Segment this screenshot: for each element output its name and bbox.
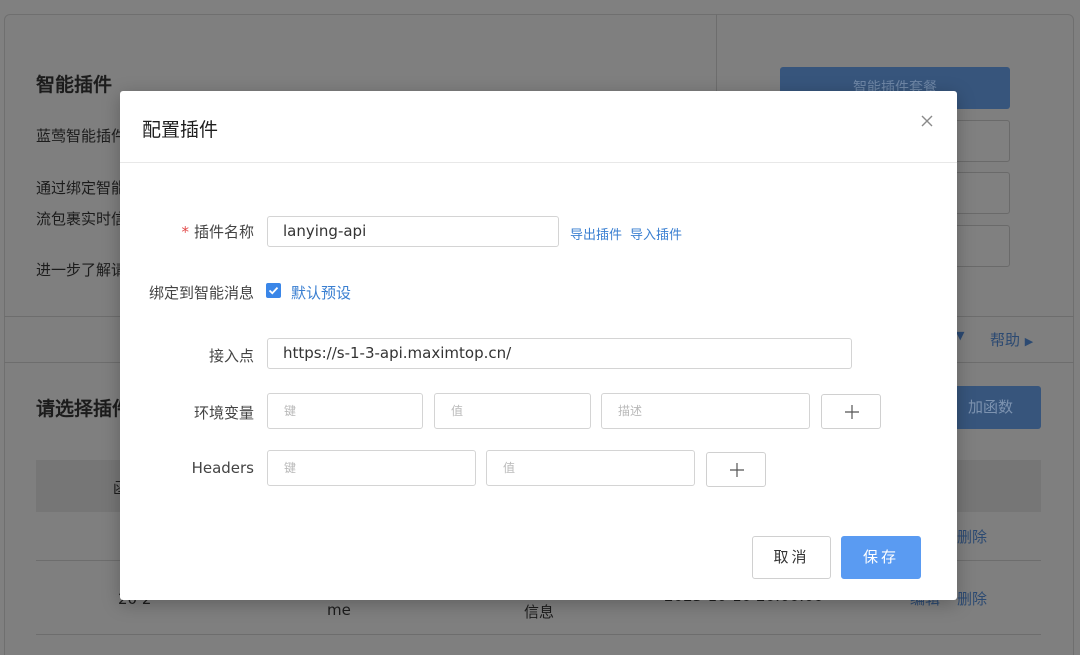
default-preset-checkbox[interactable] xyxy=(266,283,281,298)
table-cell: me xyxy=(327,601,351,619)
help-link[interactable]: 帮助 ▶ xyxy=(990,329,1033,350)
section-title: 请选择插件 xyxy=(36,398,132,420)
dropdown-caret-icon[interactable]: ▼ xyxy=(956,329,964,342)
env-variables-label: 环境变量 xyxy=(193,404,254,422)
headers-label: Headers xyxy=(191,459,254,477)
configure-plugin-dialog: 配置插件 * 插件名称 lanying-api 导出插件 导入插件 绑定到智能消息… xyxy=(120,91,957,600)
table-divider xyxy=(36,634,1041,635)
env-key-input[interactable]: 键 xyxy=(267,393,423,429)
dialog-header: 配置插件 xyxy=(120,91,957,163)
bind-label: 绑定到智能消息 xyxy=(148,284,254,302)
add-header-button[interactable] xyxy=(706,452,766,487)
cancel-button[interactable]: 取消 xyxy=(752,536,831,579)
caret-right-icon: ▶ xyxy=(1024,335,1034,348)
section-description: 蓝莺智能插件 xyxy=(36,127,127,145)
plugin-name-label: * 插件名称 xyxy=(134,221,254,242)
save-button[interactable]: 保存 xyxy=(841,536,921,579)
endpoint-input[interactable]: https://s-1-3-api.maximtop.cn/ xyxy=(267,338,852,369)
delete-link[interactable]: 删除 xyxy=(957,588,987,609)
required-star-icon: * xyxy=(181,223,189,241)
section-title: 智能插件 xyxy=(36,74,113,96)
section-description: 流包裹实时信 xyxy=(36,210,127,228)
add-env-variable-button[interactable] xyxy=(821,394,881,429)
checkmark-icon xyxy=(268,286,279,295)
export-plugin-link[interactable]: 导出插件 xyxy=(570,224,622,243)
plus-icon xyxy=(730,463,744,477)
header-key-input[interactable]: 键 xyxy=(267,450,476,486)
section-description: 进一步了解请 xyxy=(36,261,127,279)
import-plugin-link[interactable]: 导入插件 xyxy=(630,224,682,243)
env-value-input[interactable]: 值 xyxy=(434,393,591,429)
plugin-name-label-text: 插件名称 xyxy=(193,223,254,241)
close-icon[interactable] xyxy=(917,111,937,131)
plugin-name-input[interactable]: lanying-api xyxy=(267,216,559,247)
dialog-title: 配置插件 xyxy=(142,119,219,141)
delete-link[interactable]: 删除 xyxy=(957,526,987,547)
env-description-input[interactable]: 描述 xyxy=(601,393,810,429)
header-value-input[interactable]: 值 xyxy=(486,450,695,486)
section-description: 通过绑定智能 xyxy=(36,179,127,197)
help-link-label: 帮助 xyxy=(990,331,1021,349)
plus-icon xyxy=(845,405,859,419)
endpoint-label: 接入点 xyxy=(208,347,254,365)
default-preset-label[interactable]: 默认预设 xyxy=(291,282,351,303)
table-cell: 信息 xyxy=(524,603,555,621)
